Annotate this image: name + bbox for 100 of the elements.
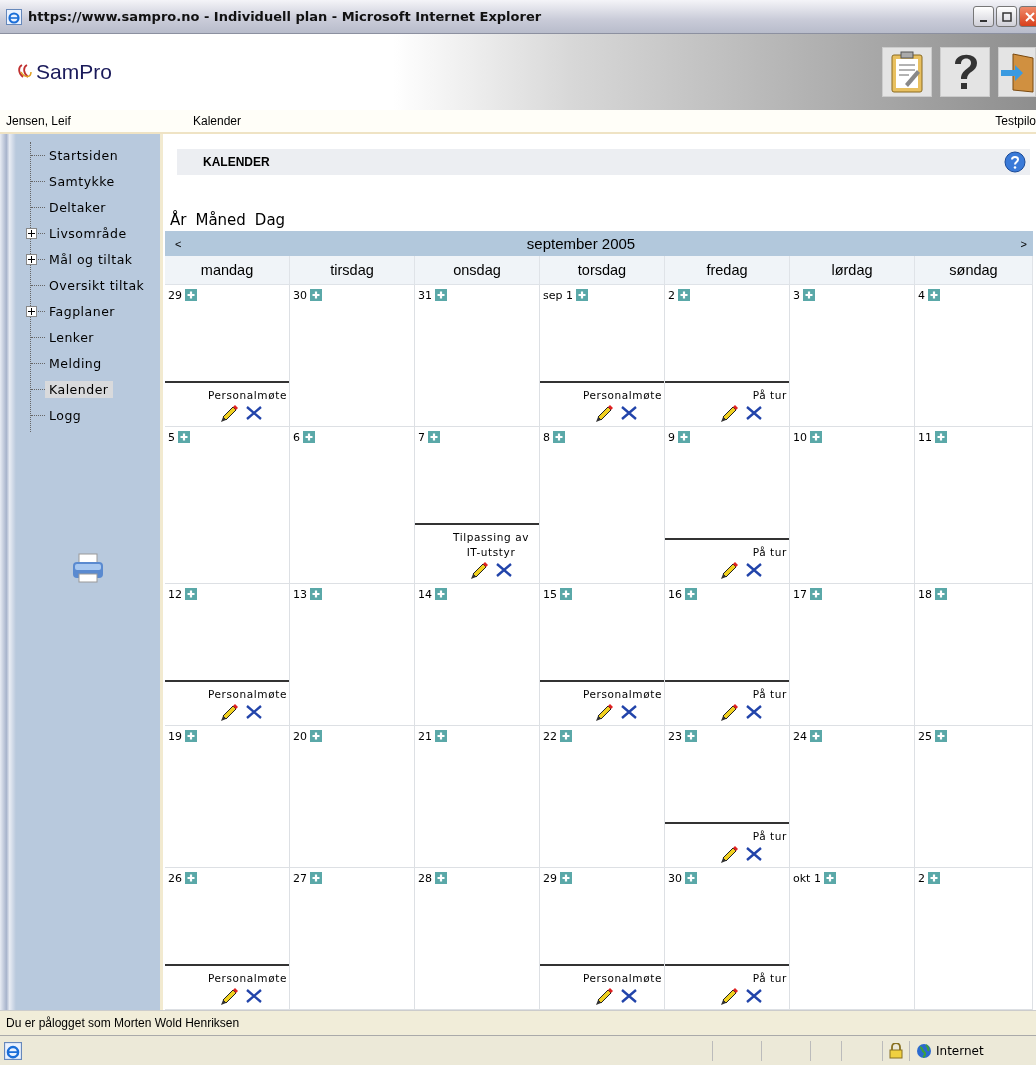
add-event-button[interactable] [823,872,836,884]
add-event-button[interactable] [435,588,447,600]
minimize-icon [980,19,987,22]
add-event-button[interactable] [678,289,690,301]
breadcrumb: Kalender [193,114,243,128]
add-event-button[interactable] [185,872,197,884]
add-event-button[interactable] [678,431,690,443]
sidebar-item[interactable]: Melding [45,354,106,372]
sidebar-item[interactable]: Oversikt tiltak [45,276,149,294]
edit-button[interactable] [719,702,739,722]
edit-button[interactable] [219,403,239,423]
delete-button[interactable] [620,988,638,1004]
clipboard-icon[interactable] [882,47,932,97]
sidebar-item[interactable]: Lenker [45,328,98,346]
edit-button[interactable] [594,403,614,423]
day-number: 11 [918,431,932,444]
delete-button[interactable] [620,405,638,421]
edit-button[interactable] [219,986,239,1006]
add-event-button[interactable] [685,730,697,742]
edit-button[interactable] [469,560,489,580]
exit-door-icon[interactable] [998,47,1036,97]
delete-button[interactable] [245,405,263,421]
add-event-button[interactable] [928,289,940,301]
add-event-button[interactable] [810,730,822,742]
day-number: 28 [418,872,432,885]
delete-icon [245,704,263,720]
add-event-button[interactable] [435,730,447,742]
add-event-button[interactable] [310,588,322,600]
add-event-button[interactable] [310,872,322,884]
expand-icon[interactable] [26,254,37,265]
add-event-button[interactable] [303,431,315,443]
help-icon[interactable] [1004,151,1026,173]
add-event-button[interactable] [553,431,565,443]
add-event-button[interactable] [560,730,572,742]
view-link[interactable]: Dag [254,211,286,229]
weekday-header: lørdag [790,256,915,285]
day-number: 9 [668,431,675,444]
add-event-button[interactable] [178,431,190,443]
sidebar-item[interactable]: Kalender [45,380,113,398]
add-event-button[interactable] [185,588,197,600]
add-event-button[interactable] [310,289,322,301]
edit-button[interactable] [594,986,614,1006]
project-name: Testpilo [995,114,1036,128]
previous-month-link[interactable]: < [175,237,182,250]
add-event-button[interactable] [560,588,572,600]
delete-button[interactable] [620,704,638,720]
weekday-header: tirsdag [290,256,415,285]
next-month-link[interactable]: > [1020,237,1027,250]
delete-button[interactable] [245,988,263,1004]
add-event-button[interactable] [685,872,697,884]
maximize-button[interactable] [996,6,1017,27]
delete-button[interactable] [245,704,263,720]
sidebar-item[interactable]: Livsområde [45,224,131,242]
pencil-icon [469,560,489,580]
sidebar-item[interactable]: Samtykke [45,172,119,190]
sidebar-item[interactable]: Logg [45,406,86,424]
close-icon [1024,11,1035,22]
delete-button[interactable] [745,846,763,862]
view-link[interactable]: Måned [195,211,246,229]
edit-button[interactable] [719,844,739,864]
add-event-button[interactable] [935,431,947,443]
sidebar-item[interactable]: Deltaker [45,198,110,216]
sidebar-item[interactable]: Fagplaner [45,302,119,320]
add-event-button[interactable] [576,289,588,301]
delete-button[interactable] [745,704,763,720]
delete-icon [495,562,513,578]
add-event-button[interactable] [935,588,947,600]
page-title: KALENDER [203,155,270,169]
add-event-button[interactable] [803,289,815,301]
add-event-button[interactable] [310,730,322,742]
add-event-button[interactable] [685,588,697,600]
add-event-button[interactable] [185,289,197,301]
edit-button[interactable] [219,702,239,722]
sidebar-item[interactable]: Mål og tiltak [45,250,137,268]
delete-button[interactable] [745,405,763,421]
add-event-button[interactable] [185,730,197,742]
security-zone: Internet [935,1043,985,1058]
add-event-button[interactable] [435,872,447,884]
add-event-button[interactable] [928,872,940,884]
edit-button[interactable] [719,986,739,1006]
delete-button[interactable] [745,562,763,578]
add-event-button[interactable] [560,872,572,884]
edit-button[interactable] [719,403,739,423]
sidebar-item[interactable]: Startsiden [45,146,123,164]
delete-button[interactable] [495,562,513,578]
printer-icon[interactable] [71,552,105,584]
expand-icon[interactable] [26,228,37,239]
add-event-button[interactable] [435,289,447,301]
edit-button[interactable] [719,560,739,580]
edit-button[interactable] [594,702,614,722]
add-event-button[interactable] [810,431,822,443]
add-event-button[interactable] [935,730,947,742]
add-event-button[interactable] [428,431,440,443]
view-link[interactable]: År [170,211,187,229]
add-event-button[interactable] [810,588,822,600]
close-button[interactable] [1019,6,1036,27]
delete-button[interactable] [745,988,763,1004]
expand-icon[interactable] [26,306,37,317]
minimize-button[interactable] [973,6,994,27]
delete-icon [245,405,263,421]
